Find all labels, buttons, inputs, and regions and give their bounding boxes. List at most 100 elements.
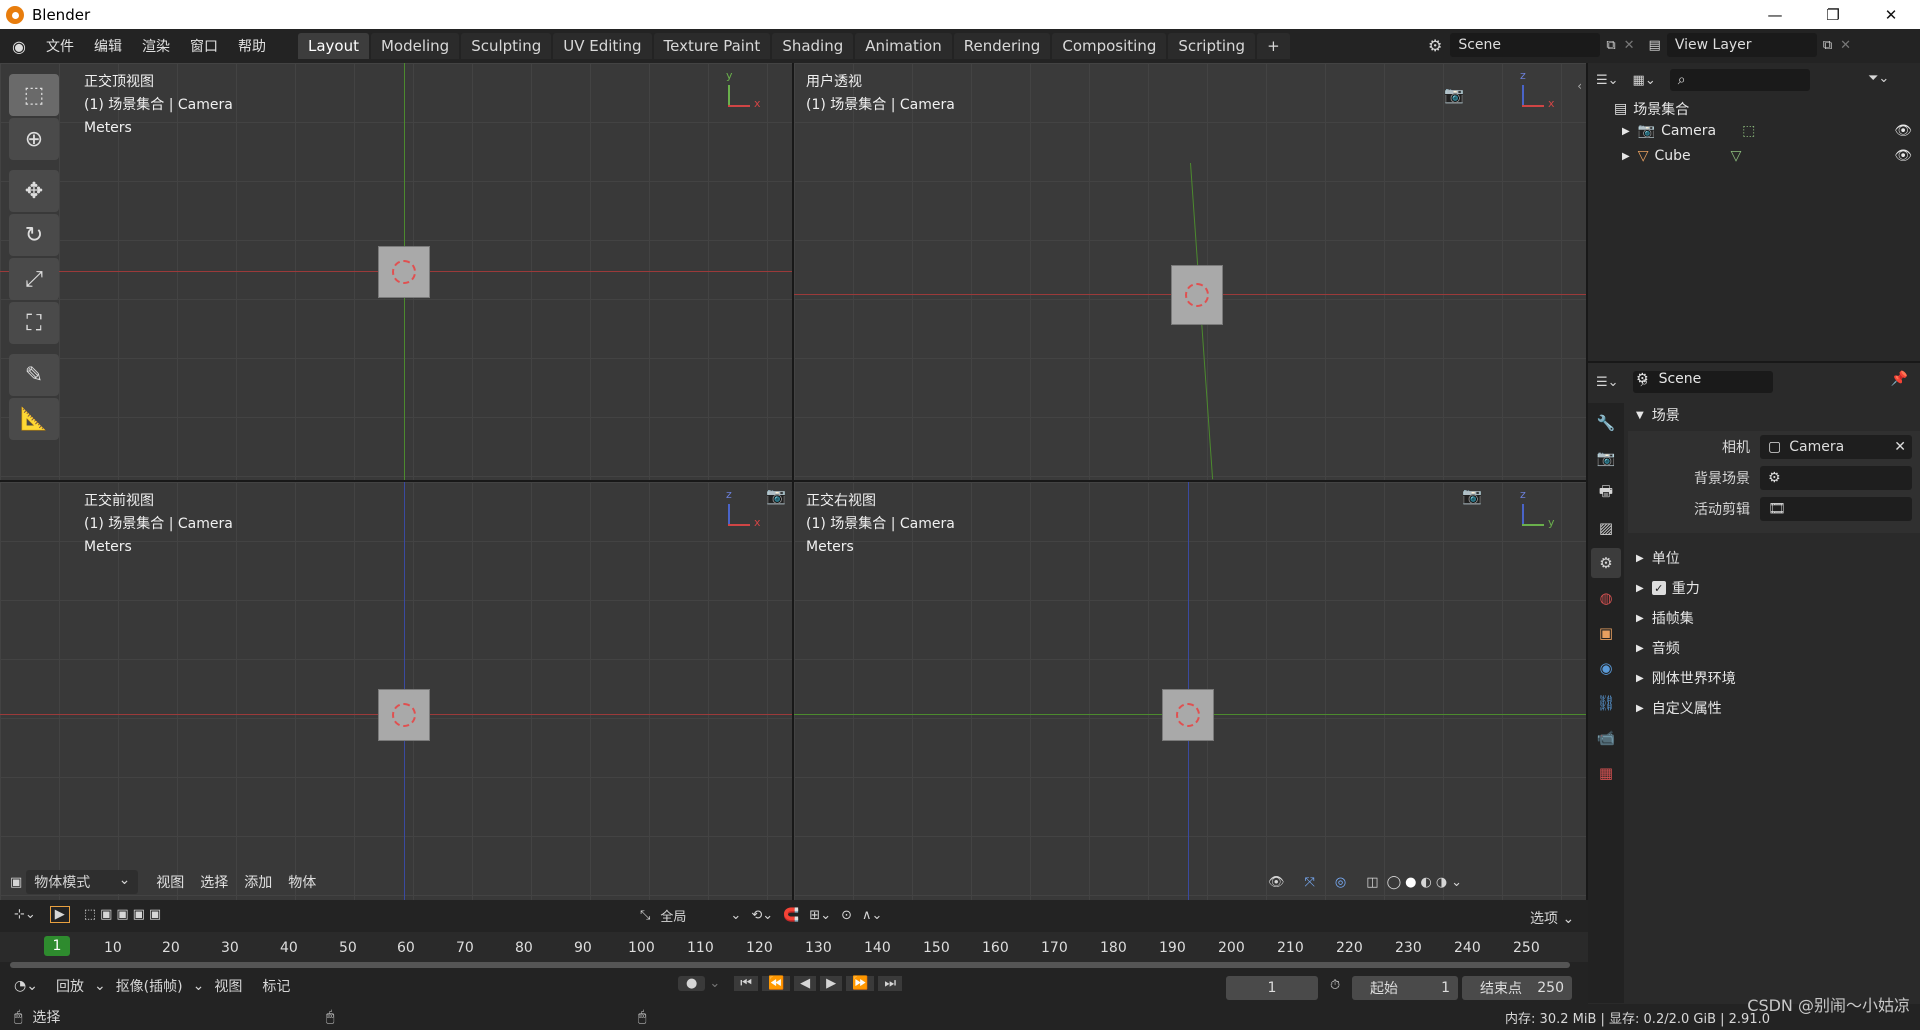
filter-icon[interactable]: ⏷⌄ [1868,71,1889,86]
axis-gizmo[interactable]: z x [726,488,766,536]
snap-target-icon[interactable]: ⊞⌄ [809,908,831,923]
constraints-tab-icon[interactable]: ⛓ [1591,688,1621,718]
view-layer-icon[interactable]: ▤ [1649,38,1661,53]
transform-tool[interactable]: ⛶ [9,302,59,344]
proportional-edit-icon[interactable]: ⊙ [841,908,852,923]
wireframe-shading-icon[interactable]: ◯ [1387,875,1402,890]
axis-gizmo[interactable]: y x [726,69,766,117]
outliner-search-input[interactable]: ⌕ [1669,69,1810,91]
start-frame-field[interactable]: 起始 1 [1352,976,1458,1000]
tree-row-cube[interactable]: ▶ ▽ Cube ▽ 👁 [1622,148,1912,164]
next-keyframe-button[interactable]: ⏩ [846,976,875,991]
menu-select[interactable]: 选择 [192,870,236,894]
viewport-top-ortho[interactable]: 正交顶视图 (1) 场景集合 | Camera Meters y x [0,63,792,480]
restore-button[interactable]: ❐ [1804,0,1862,29]
panel-scene-header[interactable]: ▼ 场景 [1636,405,1680,425]
keying-menu[interactable]: 抠像(插帧) [116,976,183,996]
gravity-checkbox[interactable]: ✓ [1651,581,1666,595]
move-tool[interactable]: ✥ [9,170,59,212]
view-menu[interactable]: 视图 [214,976,242,996]
tool-tab-icon[interactable]: 🔧 [1591,408,1621,438]
camera-gizmo-icon[interactable]: 📷 [1444,85,1464,104]
editor-type-icon[interactable]: ☰⌄ [1596,375,1619,390]
tab-layout[interactable]: Layout [297,33,369,59]
material-shading-icon[interactable]: ◐ [1420,875,1431,890]
editor-type-icon[interactable]: ☰⌄ [1596,73,1619,88]
select-tool-icon[interactable]: ▶ [49,906,70,923]
cube-object[interactable] [378,246,430,298]
play-reverse-button[interactable]: ◀ [794,976,817,991]
tree-row-camera[interactable]: ▶ 📷 Camera ⬚ 👁 [1622,123,1912,139]
view-layer-selector[interactable]: View Layer [1666,33,1817,57]
eye-icon[interactable]: 👁 [1894,123,1912,139]
close-button[interactable]: ✕ [1862,0,1920,29]
tree-row-scene-collection[interactable]: ▤ 场景集合 [1614,99,1689,119]
scene-tab-icon[interactable]: ⚙ [1591,548,1621,578]
eye-icon[interactable]: 👁 [1894,148,1912,164]
mesh-data-icon[interactable]: ▽ [1731,148,1742,164]
menu-object[interactable]: 物体 [280,870,324,894]
tab-scripting[interactable]: Scripting [1168,33,1256,59]
tab-shading[interactable]: Shading [772,33,854,59]
stopwatch-icon[interactable]: ⏱ [1330,978,1340,993]
area-separator[interactable] [0,480,1588,482]
snap-icon[interactable]: 🧲 [783,908,799,923]
menu-help[interactable]: 帮助 [228,36,276,56]
measure-tool[interactable]: 📐 [9,398,59,440]
tab-animation[interactable]: Animation [855,33,952,59]
tab-rendering[interactable]: Rendering [953,33,1051,59]
end-frame-field[interactable]: 结束点 250 [1462,976,1572,1000]
menu-window[interactable]: 窗口 [180,36,228,56]
editor-type-icon[interactable]: ◔⌄ [14,978,38,994]
marker-menu[interactable]: 标记 [262,976,290,996]
current-frame-badge[interactable]: 1 [44,936,70,956]
tab-compositing[interactable]: Compositing [1052,33,1167,59]
prev-keyframe-button[interactable]: ⏪ [761,976,791,991]
visibility-icon[interactable]: 👁 [1268,875,1285,890]
chevron-down-icon[interactable]: ⌄ [709,976,720,991]
menu-view[interactable]: 视图 [148,870,192,894]
blender-menu-icon[interactable]: ◉ [12,37,26,56]
menu-render[interactable]: 渲染 [132,36,180,56]
camera-gizmo-icon[interactable]: 📷 [766,486,786,505]
panel-gravity-header[interactable]: ▶ ✓ 重力 [1636,578,1700,598]
overlay-toggle-icon[interactable]: ◎ [1335,875,1346,890]
rendered-shading-icon[interactable]: ◑ [1436,875,1447,890]
remove-view-layer-icon[interactable]: ✕ [1840,38,1851,53]
solid-shading-icon[interactable]: ● [1405,875,1416,890]
jump-end-button[interactable]: ⏭ [878,976,903,991]
tab-sculpting[interactable]: Sculpting [461,33,552,59]
scene-icon[interactable]: ⚙ [1428,36,1442,55]
cursor-tool[interactable]: ⊕ [9,118,59,160]
expand-arrow-icon[interactable]: ▶ [1622,151,1630,162]
mode-dropdown[interactable]: 物体模式 ⌄ [26,870,139,894]
xray-toggle-icon[interactable]: ◫ [1366,875,1378,890]
cube-object[interactable] [1162,689,1214,741]
cube-object[interactable] [378,689,430,741]
add-workspace-button[interactable]: + [1257,33,1290,59]
sidebar-toggle-icon[interactable]: ‹ [1577,79,1582,93]
viewport-right-ortho[interactable]: 正交右视图 (1) 场景集合 | Camera Meters 📷 z y 👁 ⤧… [794,482,1586,900]
panel-audio-header[interactable]: ▶ 音频 [1636,638,1680,658]
camera-gizmo-icon[interactable]: 📷 [1462,486,1482,505]
active-clip-field[interactable]: 🎞 [1760,497,1912,521]
chevron-down-icon[interactable]: ⌄ [1451,875,1462,890]
menu-file[interactable]: 文件 [36,36,84,56]
remove-scene-icon[interactable]: ✕ [1624,38,1635,53]
object-tab-icon[interactable]: ▣ [1591,618,1621,648]
expand-arrow-icon[interactable]: ▶ [1622,126,1630,137]
annotate-tool[interactable]: ✎ [9,354,59,396]
tab-modeling[interactable]: Modeling [370,33,460,59]
display-mode-icon[interactable]: ▦⌄ [1633,73,1656,88]
camera-field[interactable]: ▢ Camera ✕ [1760,435,1912,459]
duplicate-view-layer-icon[interactable]: ⧉ [1823,38,1832,53]
pivot-icon[interactable]: ⟲⌄ [751,908,773,923]
background-scene-field[interactable]: ⚙ [1760,466,1912,490]
menu-edit[interactable]: 编辑 [84,36,132,56]
axis-gizmo[interactable]: z x [1520,69,1560,117]
scale-tool[interactable]: ⤢ [9,258,59,300]
object-data-tab-icon[interactable]: 📹 [1591,723,1621,753]
gizmo-toggle-icon[interactable]: ⤧ [1305,875,1315,890]
menu-add[interactable]: 添加 [236,870,280,894]
tab-texture-paint[interactable]: Texture Paint [653,33,771,59]
